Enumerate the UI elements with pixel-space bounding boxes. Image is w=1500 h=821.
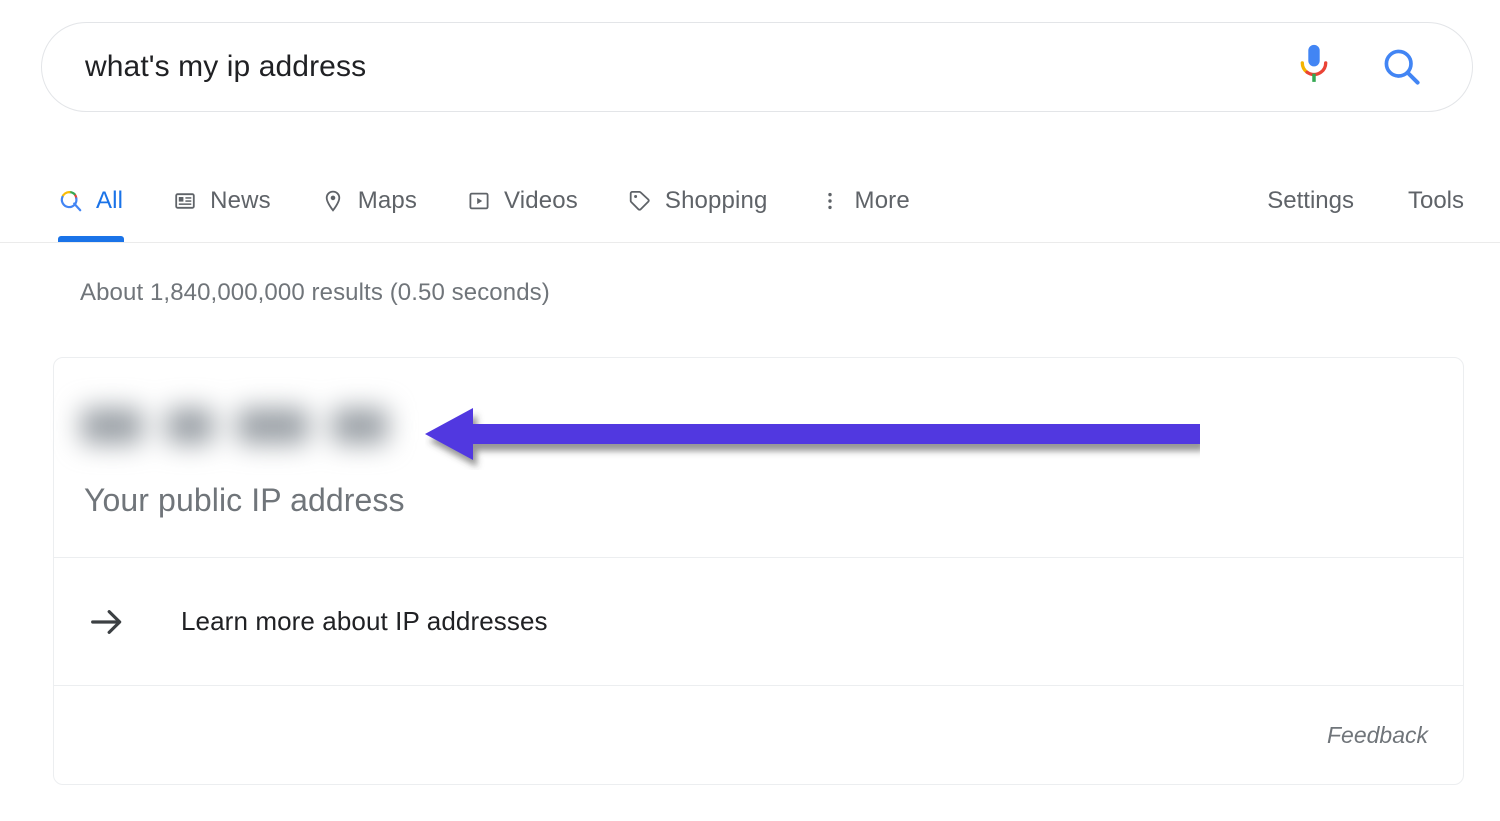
search-icon — [58, 188, 84, 214]
map-pin-icon — [320, 188, 346, 214]
nav-tab-label: More — [854, 187, 910, 214]
result-stats: About 1,840,000,000 results (0.50 second… — [80, 279, 550, 306]
nav-tab-label: Shopping — [664, 187, 768, 214]
tools-link[interactable]: Tools — [1408, 187, 1464, 215]
search-icon[interactable] — [1372, 37, 1432, 97]
nav-tab-label: Maps — [357, 187, 418, 214]
more-vertical-icon — [817, 188, 843, 214]
nav-tab-maps[interactable]: Maps — [320, 160, 417, 242]
nav-tab-videos[interactable]: Videos — [466, 160, 578, 242]
nav-tab-label: Videos — [504, 187, 578, 214]
active-tab-underline — [58, 236, 125, 242]
nav-tab-label: All — [96, 187, 124, 214]
nav-secondary-links: Settings Tools — [1213, 160, 1464, 242]
ip-answer-card: Your public IP address Learn more about … — [53, 357, 1464, 785]
nav-tab-news[interactable]: News — [172, 160, 271, 242]
ip-caption: Your public IP address — [84, 482, 405, 518]
redacted-ip-address — [81, 389, 411, 463]
learn-more-row[interactable]: Learn more about IP addresses — [54, 558, 1463, 685]
redacted-block — [332, 408, 388, 444]
nav-tab-shopping[interactable]: Shopping — [627, 160, 768, 242]
microphone-icon[interactable] — [1284, 37, 1344, 97]
learn-more-label: Learn more about IP addresses — [181, 606, 548, 636]
settings-link[interactable]: Settings — [1267, 187, 1354, 215]
redacted-block — [166, 408, 214, 444]
search-input[interactable]: what's my ip address — [85, 50, 1284, 84]
nav-tab-list: All News Maps Videos Shopping More — [58, 160, 959, 242]
nav-tab-more[interactable]: More — [817, 160, 910, 242]
feedback-row: Feedback — [54, 686, 1463, 784]
redacted-block — [237, 408, 309, 444]
news-icon — [172, 188, 198, 214]
redacted-block — [81, 408, 143, 444]
nav-tab-all[interactable]: All — [58, 160, 125, 242]
video-play-icon — [466, 188, 492, 214]
price-tag-icon — [627, 188, 653, 214]
ip-value-section: Your public IP address — [54, 358, 1463, 557]
search-nav-bar: All News Maps Videos Shopping More Setti… — [0, 160, 1500, 243]
search-box[interactable]: what's my ip address — [41, 22, 1473, 112]
feedback-link[interactable]: Feedback — [1327, 722, 1428, 749]
nav-tab-label: News — [210, 187, 271, 214]
arrow-right-icon — [84, 599, 130, 645]
